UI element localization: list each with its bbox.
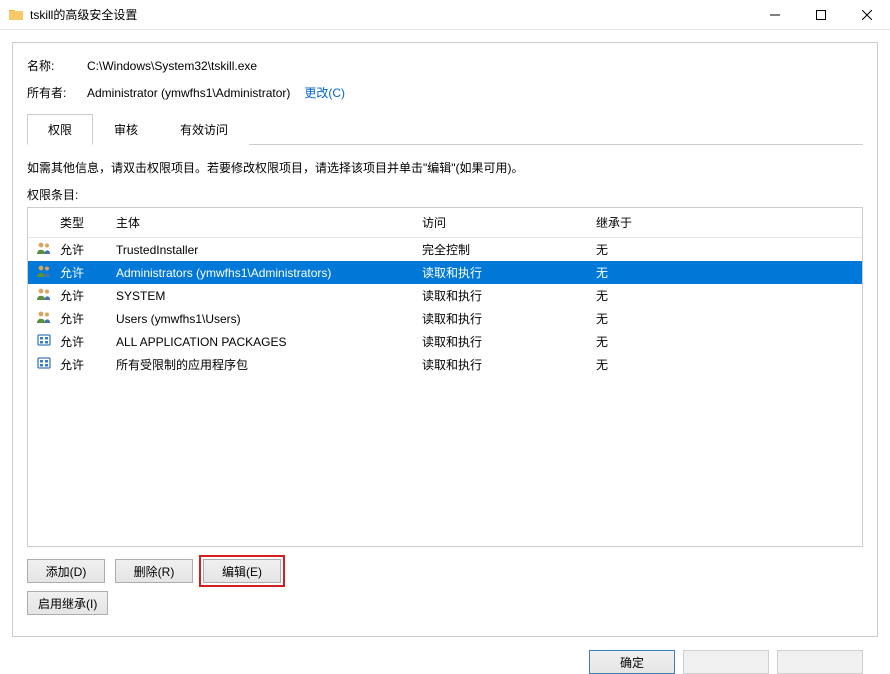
name-label: 名称: — [27, 57, 87, 74]
name-value: C:\Windows\System32\tskill.exe — [87, 59, 257, 73]
table-row[interactable]: 允许TrustedInstaller完全控制无 — [28, 238, 862, 261]
cell-type: 允许 — [60, 333, 116, 350]
change-owner-link[interactable]: 更改(C) — [304, 84, 345, 101]
users-icon — [32, 287, 60, 304]
cell-inherited: 无 — [596, 333, 858, 350]
add-button[interactable]: 添加(D) — [27, 559, 105, 583]
cell-principal: Users (ymwfhs1\Users) — [116, 312, 422, 326]
owner-row: 所有者: Administrator (ymwfhs1\Administrato… — [27, 84, 863, 101]
users-icon — [32, 310, 60, 327]
edit-button[interactable]: 编辑(E) — [203, 559, 281, 583]
cell-type: 允许 — [60, 356, 116, 373]
cell-inherited: 无 — [596, 310, 858, 327]
table-row[interactable]: 允许ALL APPLICATION PACKAGES读取和执行无 — [28, 330, 862, 353]
users-icon — [32, 241, 60, 258]
cell-type: 允许 — [60, 241, 116, 258]
cell-principal: TrustedInstaller — [116, 243, 422, 257]
cell-access: 读取和执行 — [422, 287, 596, 304]
window-title: tskill的高级安全设置 — [30, 6, 752, 23]
name-row: 名称: C:\Windows\System32\tskill.exe — [27, 57, 863, 74]
permissions-table: 类型 主体 访问 继承于 允许TrustedInstaller完全控制无允许Ad… — [27, 207, 863, 547]
minimize-button[interactable] — [752, 0, 798, 29]
table-row[interactable]: 允许所有受限制的应用程序包读取和执行无 — [28, 353, 862, 376]
package-icon — [32, 333, 60, 350]
help-text: 如需其他信息，请双击权限项目。若要修改权限项目，请选择该项目并单击"编辑"(如果… — [27, 159, 863, 176]
cell-access: 完全控制 — [422, 241, 596, 258]
table-body: 允许TrustedInstaller完全控制无允许Administrators … — [28, 238, 862, 376]
table-row[interactable]: 允许SYSTEM读取和执行无 — [28, 284, 862, 307]
tab-permissions[interactable]: 权限 — [27, 114, 93, 145]
enable-inherit-button[interactable]: 启用继承(I) — [27, 591, 108, 615]
cell-type: 允许 — [60, 264, 116, 281]
cell-principal: Administrators (ymwfhs1\Administrators) — [116, 266, 422, 280]
action-buttons: 添加(D) 删除(R) 编辑(E) — [27, 559, 863, 583]
table-row[interactable]: 允许Users (ymwfhs1\Users)读取和执行无 — [28, 307, 862, 330]
cell-type: 允许 — [60, 310, 116, 327]
tabs: 权限 审核 有效访问 — [27, 113, 863, 145]
maximize-button[interactable] — [798, 0, 844, 29]
cell-principal: SYSTEM — [116, 289, 422, 303]
cell-principal: 所有受限制的应用程序包 — [116, 356, 422, 373]
column-type[interactable]: 类型 — [60, 214, 116, 231]
tab-audit[interactable]: 审核 — [93, 114, 159, 145]
column-icon — [32, 214, 60, 231]
inherit-buttons: 启用继承(I) — [27, 591, 863, 615]
cell-type: 允许 — [60, 287, 116, 304]
owner-value: Administrator (ymwfhs1\Administrator) — [87, 86, 290, 100]
cell-access: 读取和执行 — [422, 264, 596, 281]
dialog-buttons: 确定 — [589, 650, 863, 674]
cell-inherited: 无 — [596, 264, 858, 281]
folder-icon — [8, 7, 24, 23]
table-row[interactable]: 允许Administrators (ymwfhs1\Administrators… — [28, 261, 862, 284]
tab-effective-access[interactable]: 有效访问 — [159, 114, 249, 145]
close-button[interactable] — [844, 0, 890, 29]
users-icon — [32, 264, 60, 281]
cell-inherited: 无 — [596, 241, 858, 258]
cell-access: 读取和执行 — [422, 333, 596, 350]
column-principal[interactable]: 主体 — [116, 214, 422, 231]
owner-label: 所有者: — [27, 84, 87, 101]
table-header: 类型 主体 访问 继承于 — [28, 208, 862, 238]
main-panel: 名称: C:\Windows\System32\tskill.exe 所有者: … — [12, 42, 878, 637]
column-inherited[interactable]: 继承于 — [596, 214, 858, 231]
cell-principal: ALL APPLICATION PACKAGES — [116, 335, 422, 349]
cell-access: 读取和执行 — [422, 310, 596, 327]
cell-inherited: 无 — [596, 356, 858, 373]
cancel-button[interactable] — [683, 650, 769, 674]
remove-button[interactable]: 删除(R) — [115, 559, 193, 583]
content-area: 名称: C:\Windows\System32\tskill.exe 所有者: … — [0, 30, 890, 649]
ok-button[interactable]: 确定 — [589, 650, 675, 674]
entries-label: 权限条目: — [27, 186, 863, 203]
package-icon — [32, 356, 60, 373]
cell-access: 读取和执行 — [422, 356, 596, 373]
cell-inherited: 无 — [596, 287, 858, 304]
titlebar: tskill的高级安全设置 — [0, 0, 890, 30]
column-access[interactable]: 访问 — [422, 214, 596, 231]
window-controls — [752, 0, 890, 29]
apply-button[interactable] — [777, 650, 863, 674]
